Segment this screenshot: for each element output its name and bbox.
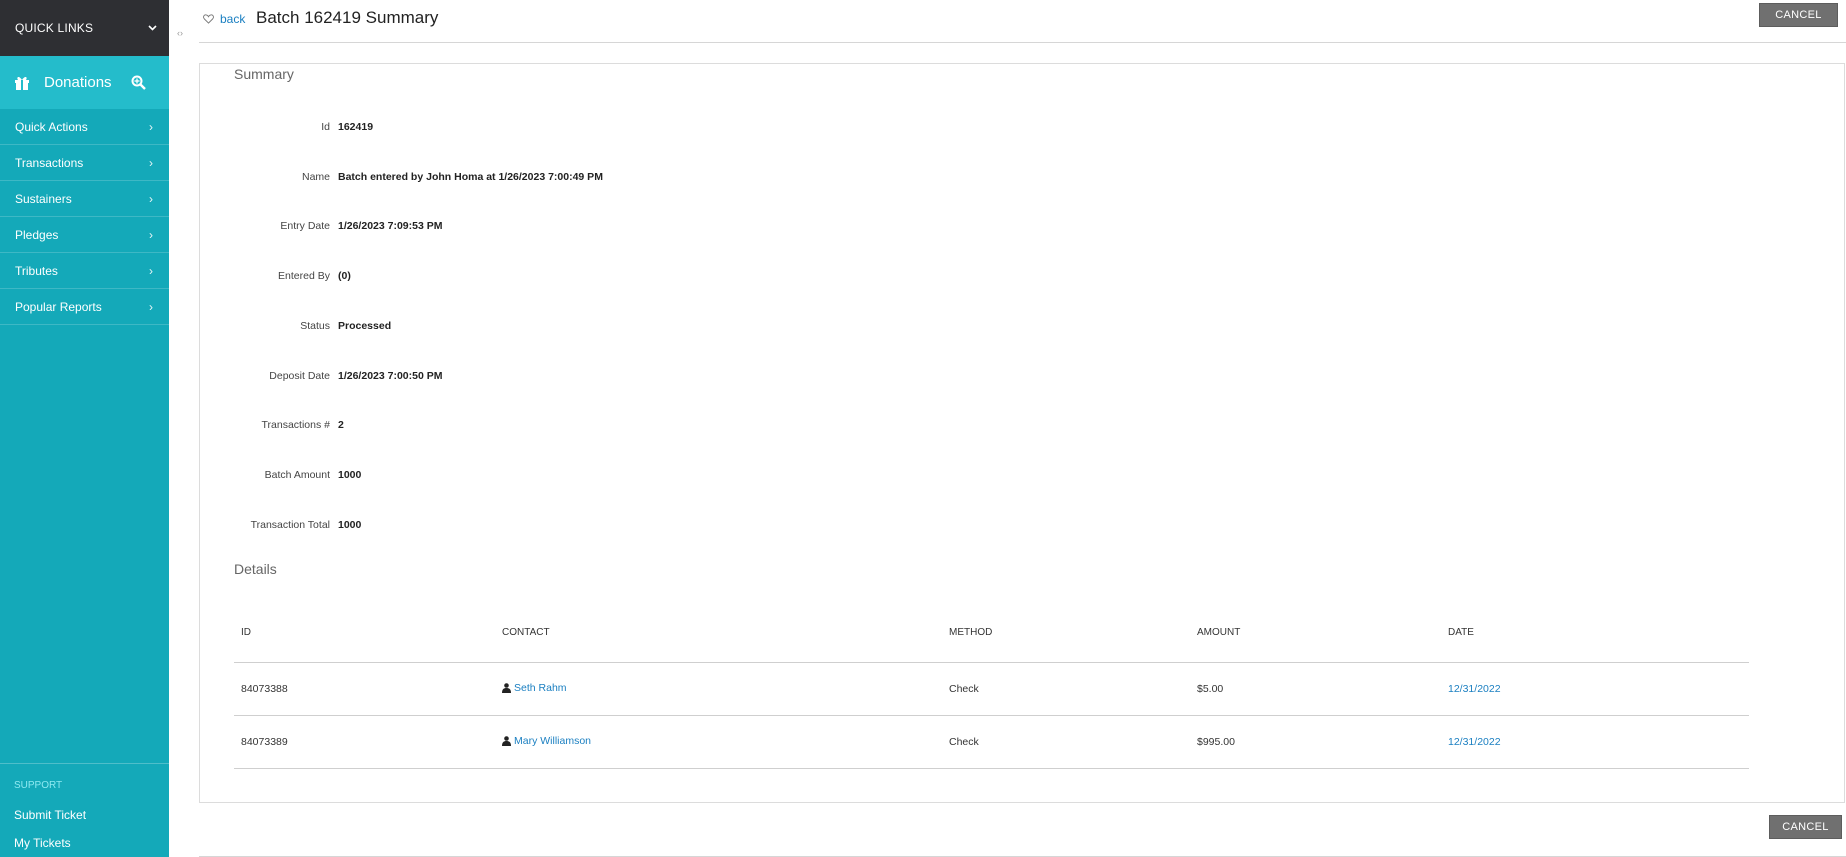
collapse-sidebar-icon[interactable]: ‹› xyxy=(177,28,183,38)
sidebar-item-label: Popular Reports xyxy=(15,299,102,314)
field-value-name: Batch entered by John Homa at 1/26/2023 … xyxy=(338,171,603,183)
back-link[interactable]: back xyxy=(203,12,245,26)
date-link[interactable]: 12/31/2022 xyxy=(1448,683,1501,695)
date-link[interactable]: 12/31/2022 xyxy=(1448,736,1501,748)
column-header-date: DATE xyxy=(1441,604,1749,663)
my-tickets-link[interactable]: My Tickets xyxy=(0,829,169,857)
person-icon xyxy=(502,682,511,693)
quick-links-dropdown[interactable]: QUICK LINKS xyxy=(0,0,169,56)
sidebar-item-label: Transactions xyxy=(15,155,84,170)
sidebar-item-label: Pledges xyxy=(15,227,59,242)
person-icon xyxy=(502,735,511,746)
column-header-amount: AMOUNT xyxy=(1190,604,1441,663)
chevron-right-icon: › xyxy=(149,191,153,206)
gift-icon xyxy=(14,75,30,91)
field-label-entry-date: Entry Date xyxy=(280,220,330,232)
search-icon[interactable] xyxy=(131,75,147,91)
sidebar-item-quick-actions[interactable]: Quick Actions › xyxy=(0,109,169,145)
cell-method: Check xyxy=(942,662,1190,716)
chevron-right-icon: › xyxy=(149,119,153,134)
page-header: back Batch 162419 Summary xyxy=(199,0,1846,43)
sidebar-item-pledges[interactable]: Pledges › xyxy=(0,217,169,253)
chevron-right-icon: › xyxy=(149,155,153,170)
cell-amount: $995.00 xyxy=(1190,715,1441,769)
sidebar-item-popular-reports[interactable]: Popular Reports › xyxy=(0,289,169,325)
sidebar-item-label: Tributes xyxy=(15,263,58,278)
cell-amount: $5.00 xyxy=(1190,662,1441,716)
field-label-batch-amount: Batch Amount xyxy=(264,469,330,481)
table-header-row: ID CONTACT METHOD AMOUNT DATE xyxy=(234,604,1749,663)
cancel-button-bottom[interactable]: CANCEL xyxy=(1769,815,1842,839)
contact-name: Seth Rahm xyxy=(514,681,567,694)
contact-name: Mary Williamson xyxy=(514,734,592,747)
sidebar-item-sustainers[interactable]: Sustainers › xyxy=(0,181,169,217)
field-label-transactions-count: Transactions # xyxy=(261,419,330,431)
chevron-down-icon xyxy=(148,23,157,34)
field-value-transactions-count: 2 xyxy=(338,419,344,431)
field-label-transaction-total: Transaction Total xyxy=(250,519,330,531)
quick-links-label: QUICK LINKS xyxy=(15,21,94,35)
table-row: 84073388 Seth Rahm Check $5.00 12/31/202… xyxy=(234,662,1749,716)
column-header-contact: CONTACT xyxy=(495,604,942,663)
field-value-id: 162419 xyxy=(338,121,374,133)
module-header[interactable]: Donations xyxy=(0,56,169,109)
cell-id: 84073388 xyxy=(234,662,495,716)
field-label-status: Status xyxy=(300,320,330,332)
cell-contact: Seth Rahm xyxy=(495,662,942,716)
field-value-deposit-date: 1/26/2023 7:00:50 PM xyxy=(338,370,443,382)
summary-panel: Summary Id 162419 Name Batch entered by … xyxy=(199,63,1845,803)
sidebar: QUICK LINKS Donations Quick Actions › Tr… xyxy=(0,0,169,857)
page-title: Batch 162419 Summary xyxy=(256,8,439,27)
sidebar-item-label: Quick Actions xyxy=(15,119,88,134)
field-label-id: Id xyxy=(321,121,330,133)
column-header-id: ID xyxy=(234,604,495,663)
chevron-right-icon: › xyxy=(149,263,153,278)
submit-ticket-link[interactable]: Submit Ticket xyxy=(0,801,169,829)
field-value-batch-amount: 1000 xyxy=(338,469,362,481)
cell-method: Check xyxy=(942,715,1190,769)
field-label-name: Name xyxy=(301,171,330,183)
field-value-status: Processed xyxy=(338,320,392,332)
sidebar-item-transactions[interactable]: Transactions › xyxy=(0,145,169,181)
field-value-entered-by: (0) xyxy=(338,270,351,282)
cancel-button-top[interactable]: CANCEL xyxy=(1759,3,1838,27)
summary-section-title: Summary xyxy=(234,66,294,82)
chevron-right-icon: › xyxy=(149,227,153,242)
cell-contact: Mary Williamson xyxy=(495,715,942,769)
cell-date: 12/31/2022 xyxy=(1441,662,1749,716)
contact-link[interactable]: Seth Rahm xyxy=(502,682,567,694)
heart-icon xyxy=(203,14,214,24)
support-title: SUPPORT xyxy=(14,780,63,791)
column-header-method: METHOD xyxy=(942,604,1190,663)
contact-link[interactable]: Mary Williamson xyxy=(502,735,591,747)
sidebar-item-label: Sustainers xyxy=(15,191,72,206)
chevron-right-icon: › xyxy=(149,299,153,314)
sidebar-item-tributes[interactable]: Tributes › xyxy=(0,253,169,289)
back-label: back xyxy=(220,12,246,26)
module-title: Donations xyxy=(44,74,112,91)
field-label-deposit-date: Deposit Date xyxy=(269,370,330,382)
details-table: ID CONTACT METHOD AMOUNT DATE 84073388 S… xyxy=(234,604,1749,769)
cell-date: 12/31/2022 xyxy=(1441,715,1749,769)
table-row: 84073389 Mary Williamson Check $995.00 1… xyxy=(234,715,1749,769)
support-section: SUPPORT Submit Ticket My Tickets xyxy=(0,763,169,857)
field-value-transaction-total: 1000 xyxy=(338,519,362,531)
details-section-title: Details xyxy=(234,561,277,577)
field-label-entered-by: Entered By xyxy=(278,270,330,282)
field-value-entry-date: 1/26/2023 7:09:53 PM xyxy=(338,220,443,232)
cell-id: 84073389 xyxy=(234,715,495,769)
